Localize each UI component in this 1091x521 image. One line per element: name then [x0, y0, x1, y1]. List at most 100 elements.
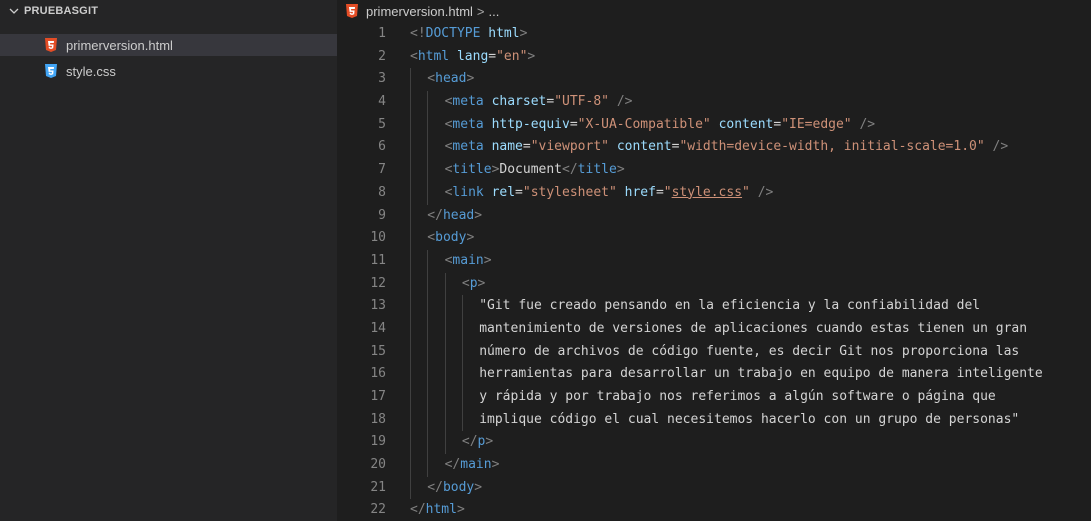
code-token: </: [427, 479, 443, 495]
code-token: >: [519, 26, 528, 41]
code-token: =: [515, 184, 523, 200]
code-line[interactable]: 7 <title>Document</title>: [337, 159, 1091, 182]
code-line[interactable]: 9 </head>: [337, 204, 1091, 228]
code-token: >: [527, 48, 536, 64]
code-line[interactable]: 10 <body>: [337, 227, 1091, 250]
indent-guide: [444, 386, 446, 409]
code-line[interactable]: 16 herramientas para desarrollar un traba…: [337, 363, 1091, 386]
breadcrumb-trail[interactable]: ...: [489, 4, 500, 19]
code-area[interactable]: 1 <!DOCTYPE html> 2 <html lang="en"> 3 <head>…: [337, 23, 1091, 521]
code-token: content: [616, 139, 672, 155]
indent-guide: [444, 317, 446, 341]
code-token: >: [491, 457, 500, 473]
code-token: />: [859, 116, 876, 132]
code-token: DOCTYPE: [425, 26, 481, 41]
indent-guide: [427, 136, 429, 160]
indent-guide: [461, 408, 463, 432]
indent-guide: [410, 340, 411, 364]
code-token: </: [444, 457, 461, 473]
code-token: "en": [496, 48, 528, 64]
indent-guide: [444, 363, 446, 386]
code-token: name: [491, 139, 523, 155]
indent-guide: [410, 68, 411, 92]
code-token: p: [469, 275, 478, 291]
explorer-sidebar: PRUEBASGIT primerversion.html style.css: [0, 0, 337, 521]
file-item-style-css[interactable]: style.css: [0, 60, 337, 82]
code-line[interactable]: 21 </body>: [337, 476, 1091, 500]
line-number: 20: [370, 457, 386, 473]
code-line[interactable]: 14 mantenimiento de versiones de aplicaci…: [337, 317, 1091, 341]
indent-guide: [444, 431, 446, 455]
indent-guide: [410, 363, 411, 386]
code-token: =: [546, 94, 555, 110]
line-number: 5: [378, 116, 386, 132]
indent-guide: [410, 227, 411, 250]
file-item-primerversion-html[interactable]: primerversion.html: [0, 34, 337, 56]
line-content: y rápida y por trabajo nos referimos a a…: [479, 386, 996, 409]
code-line[interactable]: 18 implique código el cual necesitemos ha…: [337, 408, 1091, 432]
line-number: 9: [378, 207, 386, 223]
code-line[interactable]: 12 <p>: [337, 272, 1091, 296]
code-line[interactable]: 1 <!DOCTYPE html>: [337, 23, 1091, 46]
indent-guide: [427, 91, 429, 114]
code-token: >: [616, 162, 625, 178]
indent-guide: [461, 295, 463, 318]
code-line[interactable]: 20 </main>: [337, 454, 1091, 477]
breadcrumb-file[interactable]: primerversion.html: [366, 4, 473, 19]
code-token: >: [477, 275, 486, 291]
code-token: "width=device-width, initial-scale=1.0": [679, 139, 985, 155]
code-token: ": [742, 184, 750, 200]
code-token: charset: [491, 94, 547, 110]
html5-file-icon: [346, 4, 358, 18]
line-content: </body>: [427, 477, 482, 500]
indent-guide: [461, 363, 463, 386]
code-token: <!: [410, 26, 426, 41]
code-token: style.css: [671, 184, 743, 200]
line-content: <meta name="viewport" content="width=dev…: [445, 136, 1009, 159]
indent-guide: [410, 249, 411, 273]
code-line[interactable]: 8 <link rel="stylesheet" href="style.css"…: [337, 181, 1091, 205]
line-number: 22: [370, 502, 386, 518]
code-line[interactable]: 4 <meta charset="UTF-8" />: [337, 91, 1091, 114]
line-content: <meta charset="UTF-8" />: [445, 91, 633, 114]
code-line[interactable]: 3 <head>: [337, 68, 1091, 92]
code-line[interactable]: 15 número de archivos de código fuente, e…: [337, 340, 1091, 364]
code-line[interactable]: 13 "Git fue creado pensando en la eficien…: [337, 295, 1091, 318]
code-token: "Git fue creado pensando en la eficienci…: [479, 298, 981, 314]
code-token: <: [410, 48, 418, 64]
code-line[interactable]: 2 <html lang="en">: [337, 46, 1091, 69]
indent-guide: [427, 454, 429, 477]
line-number: 6: [378, 139, 386, 155]
code-token: />: [616, 94, 633, 110]
indent-guide: [444, 295, 446, 318]
code-line[interactable]: 5 <meta http-equiv="X-UA-Compatible" cont…: [337, 113, 1091, 137]
folder-header[interactable]: PRUEBASGIT: [0, 0, 337, 22]
code-token: implique código el cual necesitemos hace…: [479, 411, 1020, 427]
code-editor[interactable]: primerversion.html > ... 1 <!DOCTYPE html…: [337, 0, 1091, 521]
code-line[interactable]: 11 <main>: [337, 249, 1091, 273]
code-token: >: [466, 230, 475, 246]
indent-guide: [410, 113, 411, 137]
vscode-window: PRUEBASGIT primerversion.html style.css …: [0, 0, 1091, 521]
code-token: http-equiv: [491, 116, 570, 132]
indent-guide: [444, 340, 446, 364]
indent-guide: [410, 317, 411, 341]
code-token: mantenimiento de versiones de aplicacion…: [479, 320, 1028, 336]
code-line[interactable]: 22 </html>: [337, 499, 1091, 521]
code-line[interactable]: 19 </p>: [337, 431, 1091, 455]
folder-name: PRUEBASGIT: [24, 5, 99, 17]
code-token: rel: [491, 184, 516, 200]
indent-guide: [427, 159, 429, 182]
line-content: <!DOCTYPE html>: [410, 23, 527, 46]
code-line[interactable]: 6 <meta name="viewport" content="width=de…: [337, 136, 1091, 160]
code-token: html: [417, 48, 450, 64]
code-line[interactable]: 17 y rápida y por trabajo nos referimos a…: [337, 386, 1091, 409]
code-token: >: [474, 207, 483, 223]
line-content: <body>: [427, 227, 474, 250]
